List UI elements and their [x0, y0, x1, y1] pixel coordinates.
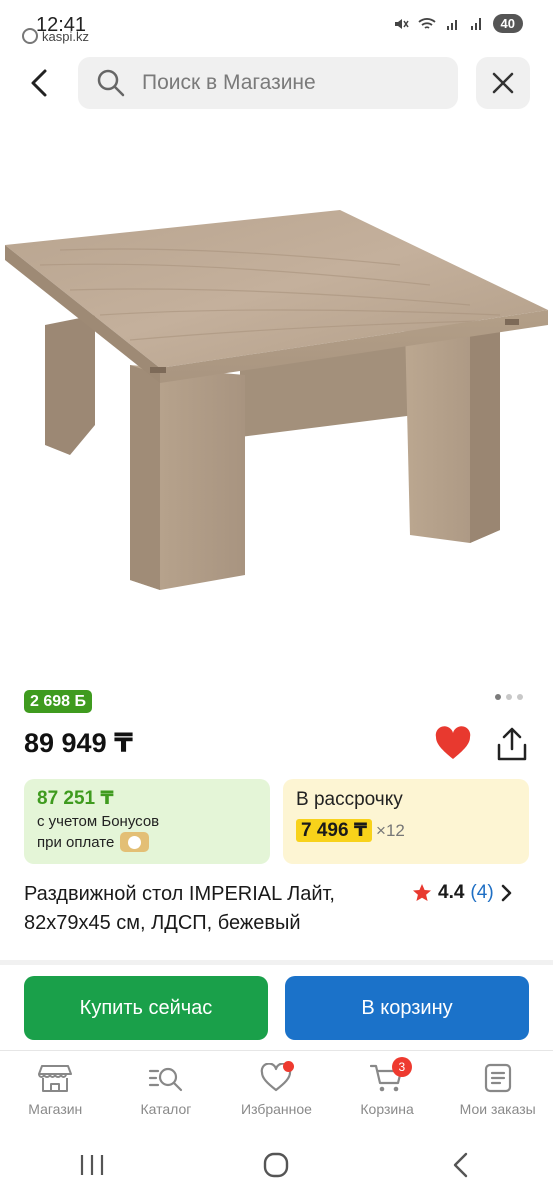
- installment-row: 7 496 ₸ ×12: [296, 819, 516, 842]
- table-illustration: [5, 210, 548, 590]
- nav-item-catalog[interactable]: Каталог: [111, 1051, 222, 1130]
- recent-apps-icon: [81, 1155, 104, 1175]
- bonus-price: 87 251 ₸: [37, 788, 114, 809]
- nav-item-orders[interactable]: Мои заказы: [442, 1051, 553, 1130]
- system-back-button[interactable]: [431, 1145, 491, 1185]
- status-bar: 12:41 kaspi.kz 40: [0, 0, 553, 50]
- chevron-left-icon: [31, 69, 47, 97]
- system-nav-bar: [0, 1130, 553, 1200]
- reviews-count: (4): [470, 882, 494, 903]
- search-placeholder: Поиск в Магазине: [142, 71, 316, 94]
- store-icon: [38, 1065, 73, 1092]
- catalog-search-icon: [148, 1067, 182, 1092]
- status-icons: 40: [393, 14, 523, 33]
- bonus-badge: 2 698 Б: [24, 690, 92, 713]
- divider: [0, 960, 553, 965]
- chevron-right-icon: [501, 884, 511, 902]
- bonus-line-1: с учетом Бонусов: [37, 813, 160, 830]
- bonus-price-card[interactable]: 87 251 ₸ с учетом Бонусов при оплате: [24, 779, 270, 864]
- pager-dot-active: [495, 694, 501, 700]
- search-input[interactable]: Поиск в Магазине: [78, 57, 458, 109]
- signal-icon-2: [470, 17, 481, 30]
- nav-label-favorites: Избранное: [241, 1101, 312, 1117]
- bottom-nav: Магазин Каталог Избранное 3 Корзина Мои …: [0, 1050, 553, 1130]
- bonus-line-2: при оплате: [37, 832, 257, 852]
- close-icon: [492, 72, 514, 94]
- rating-link[interactable]: 4.4 (4): [412, 882, 514, 904]
- favorite-button[interactable]: [434, 726, 472, 762]
- home-button[interactable]: [246, 1145, 306, 1185]
- add-to-cart-button[interactable]: В корзину: [285, 976, 529, 1040]
- status-app-label: kaspi.kz: [22, 28, 89, 44]
- bonus-line-2-text: при оплате: [37, 833, 115, 851]
- pager-dot: [517, 694, 523, 700]
- mute-icon: [394, 18, 409, 29]
- kaspi-logo-icon: [22, 28, 38, 44]
- favorites-notification-dot: [283, 1061, 295, 1072]
- buy-now-button[interactable]: Купить сейчас: [24, 976, 268, 1040]
- signal-icon: [446, 19, 457, 30]
- heart-filled-icon: [435, 726, 471, 759]
- nav-item-store[interactable]: Магазин: [0, 1051, 111, 1130]
- kaspi-gold-icon: [120, 832, 150, 852]
- battery-indicator: 40: [492, 14, 523, 33]
- recent-apps-button[interactable]: [62, 1145, 122, 1185]
- share-icon: [497, 727, 527, 761]
- system-back-icon: [453, 1152, 468, 1178]
- image-pager: [495, 694, 523, 700]
- close-button[interactable]: [476, 57, 530, 109]
- product-image[interactable]: [0, 125, 553, 675]
- nav-item-favorites[interactable]: Избранное: [221, 1051, 332, 1130]
- back-button[interactable]: [20, 63, 60, 103]
- installment-price: 7 496 ₸: [296, 819, 373, 842]
- search-icon: [97, 69, 125, 97]
- product-price: 89 949 ₸: [24, 728, 133, 758]
- nav-item-cart[interactable]: 3 Корзина: [332, 1051, 443, 1130]
- share-button[interactable]: [494, 726, 530, 764]
- orders-icon: [484, 1063, 511, 1093]
- star-icon: [413, 884, 431, 901]
- installment-title: В рассрочку: [296, 789, 403, 810]
- product-title: Раздвижной стол IMPERIAL Лайт, 82x79x45 …: [24, 883, 335, 934]
- installment-multiplier: ×12: [376, 820, 405, 840]
- rating-value: 4.4: [438, 882, 465, 903]
- cart-count-badge: 3: [391, 1057, 412, 1077]
- pager-dot: [506, 694, 512, 700]
- nav-label-orders: Мои заказы: [459, 1101, 536, 1117]
- home-circle-icon: [264, 1152, 289, 1178]
- nav-label-catalog: Каталог: [140, 1101, 192, 1117]
- nav-label-cart: Корзина: [360, 1101, 414, 1117]
- status-app-text: kaspi.kz: [42, 28, 89, 44]
- wifi-icon: [417, 17, 436, 29]
- nav-label-store: Магазин: [28, 1101, 83, 1117]
- installment-card[interactable]: В рассрочку 7 496 ₸ ×12: [283, 779, 529, 864]
- header: Поиск в Магазине: [0, 55, 553, 111]
